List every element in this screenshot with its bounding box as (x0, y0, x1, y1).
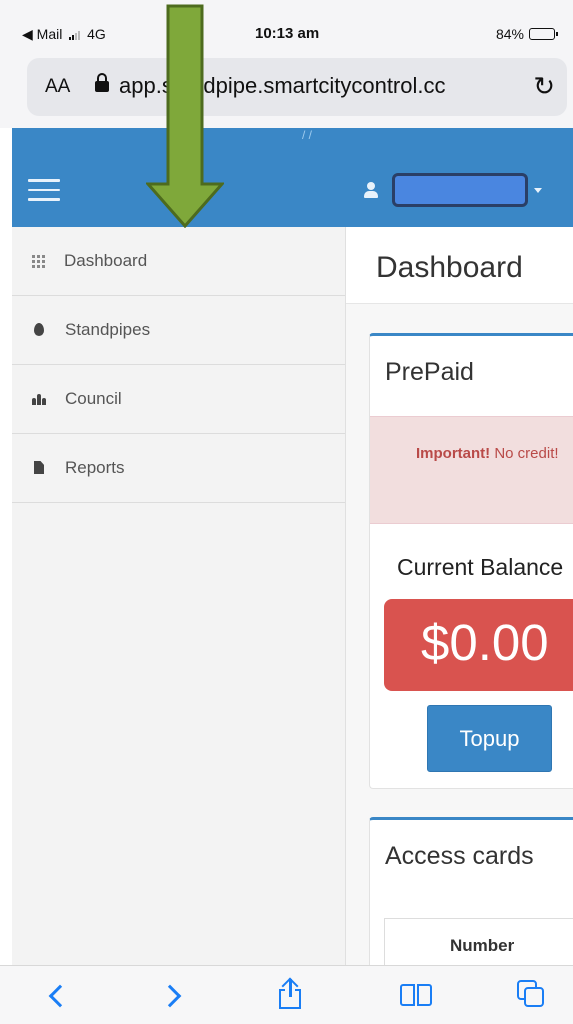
access-cards-table-header: Number (384, 918, 573, 965)
sidebar-item-reports[interactable]: Reports (12, 434, 345, 503)
sidebar-item-dashboard[interactable]: Dashboard (12, 227, 345, 296)
prepaid-card: PrePaid Important! No credit! Current Ba… (369, 333, 573, 789)
drop-icon (32, 323, 46, 337)
forward-icon[interactable] (158, 984, 182, 1008)
sidebar: Dashboard Standpipes Council Reports (12, 227, 346, 965)
alert-text: No credit! (490, 445, 559, 462)
sidebar-item-label: Reports (65, 458, 125, 477)
sidebar-item-standpipes[interactable]: Standpipes (12, 296, 345, 365)
no-credit-alert: Important! No credit! (370, 416, 573, 524)
browser-address-area: AA app.standpipe.smartcitycontrol.cc ↻ (0, 42, 573, 128)
network-type: 4G (87, 26, 106, 42)
text-size-button[interactable]: AA (45, 76, 70, 98)
annotation-arrow-icon (146, 4, 224, 228)
battery-status: 84% (495, 26, 558, 42)
header-brand-fragment: / / (302, 128, 313, 142)
document-icon (32, 461, 46, 475)
lock-icon (95, 73, 109, 92)
access-cards-card: Access cards Number (369, 817, 573, 965)
page-title: Dashboard (376, 251, 523, 284)
battery-icon (529, 28, 558, 40)
user-menu[interactable] (364, 173, 542, 207)
address-bar[interactable]: AA app.standpipe.smartcitycontrol.cc ↻ (27, 58, 567, 116)
prepaid-title: PrePaid (385, 358, 474, 386)
sidebar-item-council[interactable]: Council (12, 365, 345, 434)
sidebar-item-label: Council (65, 389, 122, 408)
hamburger-icon[interactable] (28, 179, 60, 201)
column-header-number[interactable]: Number (450, 936, 514, 956)
redacted-username[interactable] (392, 173, 528, 207)
signal-strength-icon (69, 30, 81, 40)
ios-status-bar: ◀ Mail 4G 10:13 am 84% (0, 0, 573, 42)
tabs-icon[interactable] (517, 980, 545, 1008)
chevron-down-icon (534, 187, 542, 193)
app-header: / / (12, 128, 573, 227)
main-content: Dashboard PrePaid Important! No credit! … (346, 227, 573, 965)
battery-percent: 84% (495, 26, 524, 42)
back-to-mail-link[interactable]: ◀ Mail (22, 26, 62, 42)
sidebar-item-label: Standpipes (65, 320, 151, 339)
topup-button[interactable]: Topup (427, 705, 552, 772)
share-icon[interactable] (279, 977, 301, 1010)
access-cards-title: Access cards (385, 842, 534, 870)
user-icon (364, 182, 378, 198)
sidebar-item-label: Dashboard (64, 251, 148, 270)
alert-strong: Important! (416, 445, 491, 462)
current-balance-label: Current Balance (397, 554, 564, 580)
balance-value: $0.00 (384, 599, 573, 691)
group-icon (32, 393, 46, 405)
page-title-bar: Dashboard (346, 227, 573, 304)
safari-toolbar (0, 965, 573, 1024)
carrier-network: ◀ Mail 4G (22, 26, 106, 43)
bookmarks-icon[interactable] (400, 984, 432, 1008)
clock: 10:13 am (255, 25, 320, 42)
grid-icon (32, 254, 45, 268)
reload-icon[interactable]: ↻ (533, 71, 555, 102)
back-icon[interactable] (48, 984, 72, 1008)
